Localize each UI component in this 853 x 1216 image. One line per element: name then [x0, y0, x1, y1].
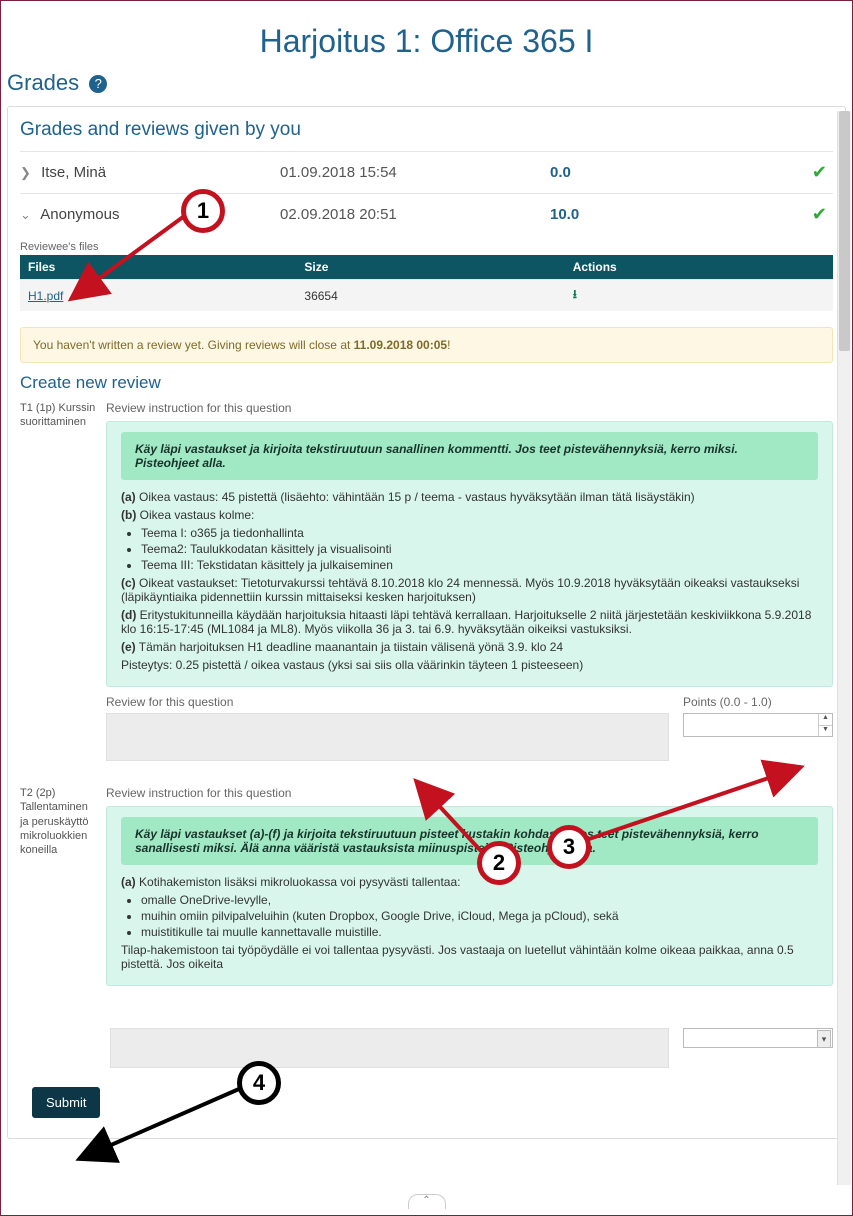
scoring-text: Pisteytys: 0.25 pistettä / oikea vastaus… [121, 658, 818, 672]
question-1: T1 (1p) Kurssin suorittaminen Review ins… [20, 401, 833, 764]
chevron-down-icon: ⌄ [20, 207, 31, 222]
q2-input-row: ▾ [20, 1028, 833, 1073]
text-a: Oikea vastaus: 45 pistettä (lisäehto: vä… [139, 490, 695, 504]
grades-panel: Grades and reviews given by you ❯ Itse, … [7, 106, 846, 1139]
create-review-heading: Create new review [20, 373, 833, 393]
list-item: muihin omiin pilvipalveluihin (kuten Dro… [141, 909, 818, 923]
label-c: (c) [121, 576, 136, 590]
text-b: Oikea vastaus kolme: [140, 508, 255, 522]
file-size: 36654 [296, 280, 564, 312]
list-item: Teema I: o365 ja tiedonhallinta [141, 526, 818, 540]
download-icon[interactable]: ⭳ [573, 287, 577, 301]
q2-instruction-box: Käy läpi vastaukset (a)-(f) ja kirjoita … [106, 806, 833, 986]
q1-green-callout: Käy läpi vastaukset ja kirjoita tekstiru… [121, 432, 818, 480]
q2-instr-label: Review instruction for this question [106, 786, 833, 800]
reviewee-row-self[interactable]: ❯ Itse, Minä 01.09.2018 15:54 0.0 ✔ [20, 151, 833, 193]
score-value: 10.0 [550, 206, 750, 223]
files-label: Reviewee's files [20, 241, 833, 253]
chevron-right-icon: ❯ [20, 165, 31, 180]
list-item: omalle OneDrive-levylle, [141, 893, 818, 907]
help-icon[interactable]: ? [89, 75, 107, 93]
given-by-you-heading: Grades and reviews given by you [20, 119, 833, 141]
table-row: H1.pdf 36654 ⭳ [20, 280, 833, 312]
label-b: (b) [121, 508, 136, 522]
scrollbar[interactable] [837, 111, 851, 1185]
q2-title: T2 (2p) Tallentaminen ja peruskäyttö mik… [20, 786, 96, 986]
q1-review-label: Review for this question [106, 695, 669, 709]
q2-points-input[interactable] [683, 1028, 833, 1048]
label-e: (e) [121, 640, 136, 654]
spinner-icon[interactable]: ▲▼ [818, 714, 832, 736]
scrollbar-thumb[interactable] [839, 111, 850, 351]
list-item: muistitikulle tai muulle kannettavalle m… [141, 925, 818, 939]
text-a: Kotihakemiston lisäksi mikroluokassa voi… [139, 875, 460, 889]
no-review-alert: You haven't written a review yet. Giving… [20, 327, 833, 363]
submit-button[interactable]: Submit [32, 1087, 100, 1118]
reviewee-row-anonymous[interactable]: ⌄ Anonymous 02.09.2018 20:51 10.0 ✔ [20, 193, 833, 235]
q2-green-callout: Käy läpi vastaukset (a)-(f) ja kirjoita … [121, 817, 818, 865]
submit-date: 01.09.2018 15:54 [280, 164, 550, 181]
alert-deadline: 11.09.2018 00:05 [354, 338, 447, 352]
label-a: (a) [121, 875, 136, 889]
q1-title: T1 (1p) Kurssin suorittaminen [20, 401, 96, 764]
page-title: Harjoitus 1: Office 365 I [7, 23, 846, 60]
grades-heading-text: Grades [7, 70, 79, 95]
page-frame: Harjoitus 1: Office 365 I Grades ? Grade… [0, 0, 853, 1216]
col-actions: Actions [565, 255, 833, 280]
text-c: Oikeat vastaukset: Tietoturvakurssi teht… [121, 576, 799, 604]
files-table: Files Size Actions H1.pdf 36654 ⭳ [20, 255, 833, 311]
q1-review-input[interactable] [106, 713, 669, 761]
score-value: 0.0 [550, 164, 750, 181]
grades-heading: Grades ? [7, 70, 846, 96]
col-size: Size [296, 255, 564, 280]
list-item: Teema III: Tekstidatan käsittely ja julk… [141, 558, 818, 572]
submit-date: 02.09.2018 20:51 [280, 206, 550, 223]
q1-points-input[interactable] [683, 713, 833, 737]
q2-footer-text: Tilap-hakemistoon tai työpöydälle ei voi… [121, 943, 818, 971]
q1-points-label: Points (0.0 - 1.0) [683, 695, 833, 709]
q1-instruction-box: Käy läpi vastaukset ja kirjoita tekstiru… [106, 421, 833, 687]
text-d: Eritystukitunneilla käydään harjoituksia… [121, 608, 811, 636]
expand-tab[interactable]: ⌃ [408, 1194, 446, 1209]
text-e: Tämän harjoituksen H1 deadline maanantai… [139, 640, 563, 654]
q1-instr-label: Review instruction for this question [106, 401, 833, 415]
reviewee-name: Anonymous [40, 206, 119, 223]
check-icon: ✔ [750, 162, 833, 183]
col-files: Files [20, 255, 296, 280]
q2-review-input[interactable] [110, 1028, 669, 1068]
question-2: T2 (2p) Tallentaminen ja peruskäyttö mik… [20, 786, 833, 986]
label-a: (a) [121, 490, 136, 504]
alert-suffix: ! [447, 338, 450, 352]
list-item: Teema2: Taulukkodatan käsittely ja visua… [141, 542, 818, 556]
dropdown-icon[interactable]: ▾ [817, 1030, 831, 1048]
alert-text: You haven't written a review yet. Giving… [33, 338, 354, 352]
table-header-row: Files Size Actions [20, 255, 833, 280]
reviewee-name: Itse, Minä [41, 164, 106, 181]
file-link[interactable]: H1.pdf [28, 289, 63, 303]
label-d: (d) [121, 608, 136, 622]
check-icon: ✔ [750, 204, 833, 225]
